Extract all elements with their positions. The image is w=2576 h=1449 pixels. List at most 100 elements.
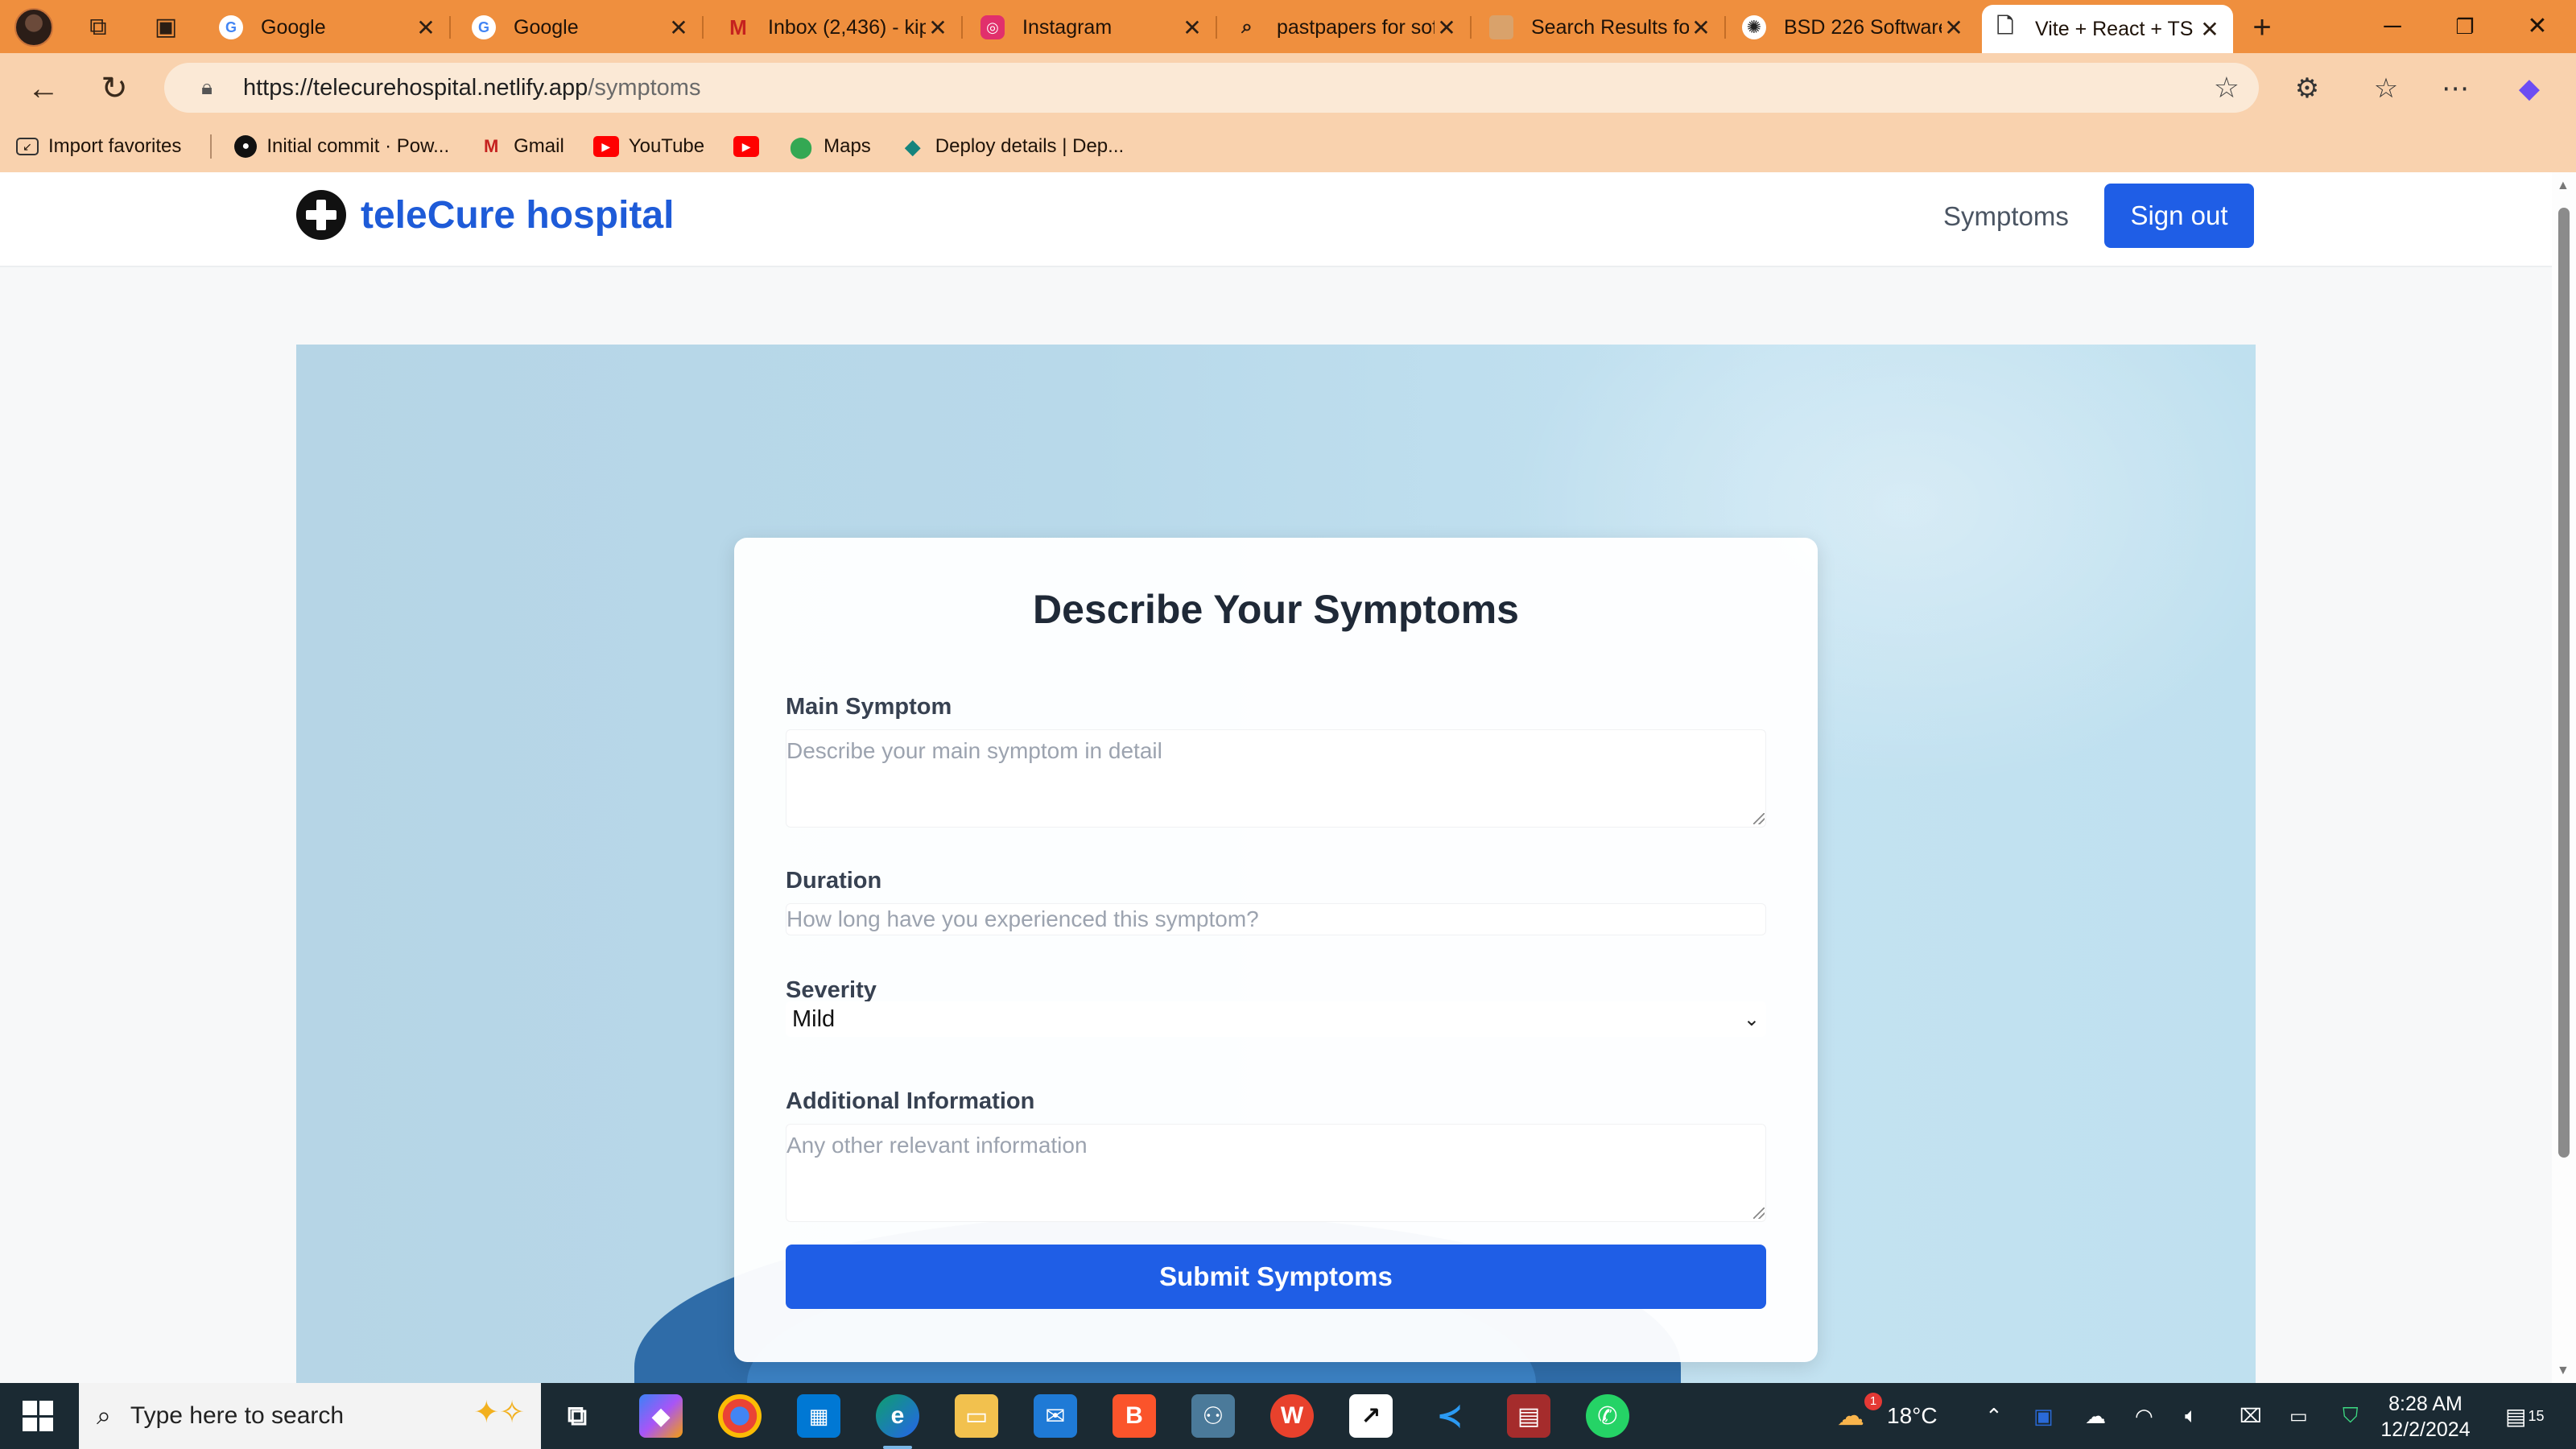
taskbar-search-box[interactable]: ⌕ Type here to search ✦✧ [79, 1383, 541, 1449]
submit-symptoms-button[interactable]: Submit Symptoms [786, 1245, 1766, 1309]
close-tab-icon[interactable]: ✕ [1689, 14, 1713, 41]
onedrive-error-icon[interactable]: ☁ [2085, 1383, 2106, 1449]
brand-logo-link[interactable]: teleCure hospital [296, 190, 674, 240]
chrome-icon[interactable] [718, 1394, 762, 1438]
copilot-sparkle-icon: ✦✧ [473, 1396, 525, 1430]
bookmarks-bar: ↙ Import favorites ● Initial commit · Po… [0, 121, 2576, 172]
scroll-down-icon[interactable]: ▼ [2557, 1364, 2570, 1378]
extensions-icon[interactable]: ⚙ [2286, 68, 2328, 109]
close-tab-icon[interactable]: ✕ [926, 14, 950, 41]
resize-grip-icon[interactable] [1753, 1208, 1765, 1219]
bookmark-label: Deploy details | Dep... [935, 135, 1125, 157]
python-icon[interactable]: ⚇ [1191, 1394, 1235, 1438]
close-tab-icon[interactable]: ✕ [2198, 16, 2222, 43]
close-tab-icon[interactable]: ✕ [1435, 14, 1459, 41]
favorites-icon[interactable]: ☆ [2365, 68, 2407, 109]
windows-taskbar: ⌕ Type here to search ✦✧ ⧉ ◆ ▦ e ▭ ✉ B ⚇… [0, 1383, 2576, 1449]
tab-google-2[interactable]: G Google ✕ [460, 6, 704, 48]
weather-widget[interactable]: ☁ 1 18°C [1837, 1383, 1938, 1449]
refresh-icon[interactable]: ↻ [92, 66, 137, 111]
profile-avatar[interactable] [14, 8, 53, 47]
bookmark-deploy-details[interactable]: ◆ Deploy details | Dep... [900, 134, 1125, 159]
show-hidden-icons[interactable]: ⌃ [1985, 1383, 2003, 1449]
close-tab-icon[interactable]: ✕ [414, 14, 438, 41]
import-icon: ↙ [16, 138, 39, 155]
more-options-icon[interactable]: ⋯ [2434, 68, 2476, 109]
battery-icon[interactable]: ▭ [2289, 1383, 2308, 1449]
close-tab-icon[interactable]: ✕ [1180, 14, 1204, 41]
clock-date: 12/2/2024 [2380, 1418, 2471, 1441]
tab-title: Inbox (2,436) - kip [768, 15, 926, 39]
edge-icon[interactable]: e [876, 1394, 919, 1438]
wps-tray-icon[interactable]: ▣ [2033, 1383, 2054, 1449]
chatgpt-icon: ✺ [1742, 15, 1766, 39]
vscode-icon[interactable]: ≺ [1428, 1394, 1472, 1438]
bookmark-initial-commit[interactable]: ● Initial commit · Pow... [234, 135, 449, 158]
bookmark-gmail[interactable]: M Gmail [478, 135, 564, 158]
file-explorer-icon[interactable]: ▭ [955, 1394, 998, 1438]
duration-input[interactable] [786, 903, 1766, 935]
tab-gmail-inbox[interactable]: M Inbox (2,436) - kip ✕ [715, 6, 963, 48]
web-page: teleCure hospital Symptoms Sign out Desc… [0, 172, 2552, 1383]
copilot-icon[interactable]: ◆ [2508, 68, 2550, 109]
tab-vite-react-active[interactable]: 🗋 Vite + React + TS ✕ [1982, 5, 2233, 53]
microsoft-store-icon[interactable]: ▦ [797, 1394, 840, 1438]
workspaces-icon[interactable]: ⧉ [82, 11, 114, 43]
camera-icon[interactable]: ⌧ [2240, 1383, 2262, 1449]
security-shield-icon[interactable]: ⛉ [2343, 1383, 2359, 1449]
resize-grip-icon[interactable] [1753, 813, 1765, 824]
back-arrow-icon[interactable]: ← [21, 66, 66, 111]
tab-pastpapers-search[interactable]: ⌕ pastpapers for sof ✕ [1224, 6, 1472, 48]
url-text[interactable]: https://telecurehospital.netlify.app/sym… [243, 75, 700, 101]
bookmark-youtube-2[interactable]: ▶ [733, 136, 760, 157]
url-host: https://telecurehospital.netlify.app [243, 74, 588, 101]
close-tab-icon[interactable]: ✕ [1942, 14, 1966, 41]
tab-google-1[interactable]: G Google ✕ [208, 6, 451, 48]
symptoms-form-card: Describe Your Symptoms Main Symptom Dura… [734, 538, 1818, 1362]
tab-instagram[interactable]: ◎ Instagram ✕ [969, 6, 1217, 48]
mail-icon[interactable]: ✉ [1034, 1394, 1077, 1438]
bookmark-label: Maps [824, 135, 871, 157]
google-icon: G [219, 15, 243, 39]
scrollbar-thumb[interactable] [2558, 208, 2570, 1158]
restore-icon[interactable]: ❐ [2433, 8, 2497, 45]
tab-search-results[interactable]: Search Results for ✕ [1478, 6, 1726, 48]
severity-select[interactable]: Mild ⌄ [786, 1001, 1766, 1037]
stock-chart-app-icon[interactable]: ↗ [1349, 1394, 1393, 1438]
close-window-icon[interactable]: ✕ [2505, 8, 2570, 45]
winrar-icon[interactable]: ▤ [1507, 1394, 1550, 1438]
lock-icon[interactable]: 🔒︎ [187, 75, 227, 101]
copilot-app-icon[interactable]: ◆ [639, 1394, 683, 1438]
nav-symptoms-link[interactable]: Symptoms [1943, 201, 2069, 232]
sign-out-button[interactable]: Sign out [2104, 184, 2254, 248]
volume-icon[interactable]: 🔈︎ [2185, 1383, 2198, 1449]
bookmark-youtube[interactable]: ▶ YouTube [592, 135, 704, 158]
minimize-icon[interactable]: ─ [2360, 8, 2425, 45]
whatsapp-icon[interactable]: ✆ [1586, 1394, 1629, 1438]
wps-office-icon[interactable]: W [1270, 1394, 1314, 1438]
document-icon: 🗋 [1996, 14, 2014, 38]
medical-cross-icon [296, 190, 346, 240]
additional-info-textarea[interactable] [786, 1124, 1766, 1222]
windows-start-icon[interactable] [23, 1401, 53, 1431]
close-tab-icon[interactable]: ✕ [667, 14, 691, 41]
bookmark-import-favorites[interactable]: ↙ Import favorites [16, 135, 181, 158]
search-icon: ⌕ [1241, 16, 1253, 38]
tab-actions-icon[interactable]: ▣ [150, 11, 182, 43]
maps-pin-icon: ⬤ [789, 134, 813, 159]
address-bar[interactable]: 🔒︎ https://telecurehospital.netlify.app/… [164, 63, 2259, 113]
page-scrollbar[interactable]: ▲ ▼ [2552, 172, 2576, 1383]
site-header: teleCure hospital Symptoms Sign out [0, 172, 2552, 267]
bookmark-maps[interactable]: ⬤ Maps [788, 134, 871, 159]
browser-tab-bar: ⧉ ▣ G Google ✕ G Google ✕ M Inbox (2,436… [0, 0, 2576, 53]
task-view-icon[interactable]: ⧉ [555, 1394, 599, 1438]
favorite-star-icon[interactable]: ☆ [2214, 71, 2240, 105]
wifi-icon[interactable]: ◠ [2135, 1383, 2153, 1449]
main-symptom-textarea[interactable] [786, 729, 1766, 828]
tab-bsd226[interactable]: ✺ BSD 226 Software ✕ [1731, 6, 1977, 48]
taskbar-clock[interactable]: 8:28 AM 12/2/2024 [2365, 1391, 2486, 1443]
notifications-icon[interactable]: ▤ 15 [2505, 1383, 2545, 1449]
new-tab-icon[interactable]: + [2246, 11, 2278, 43]
brave-icon[interactable]: B [1113, 1394, 1156, 1438]
scroll-up-icon[interactable]: ▲ [2557, 179, 2570, 193]
